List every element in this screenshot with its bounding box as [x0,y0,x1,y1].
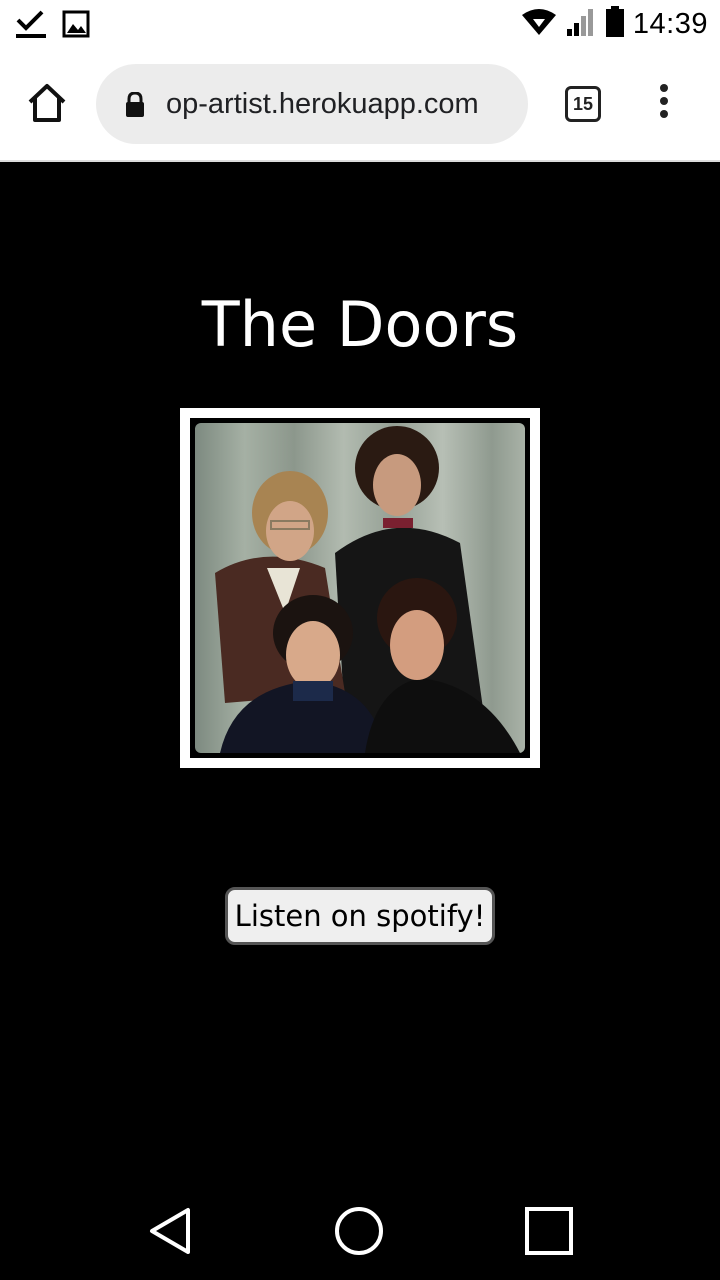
artist-name: The Doors [201,288,519,361]
tab-count: 15 [572,94,594,114]
browser-toolbar: op-artist.herokuapp.com 15 [0,50,720,162]
url-text: op-artist.herokuapp.com [166,88,479,120]
page-content: The Doors Listen on spotify! [0,162,720,1180]
artist-photo [190,418,530,758]
tab-switcher-button[interactable]: 15 [565,86,601,122]
download-done-icon [14,8,48,45]
wifi-icon [521,7,557,42]
more-options-button[interactable] [650,84,678,124]
navigation-bar [0,1180,720,1280]
lock-icon [124,91,146,123]
recents-icon[interactable] [524,1206,574,1261]
back-icon[interactable] [146,1206,194,1261]
signal-icon [565,7,597,42]
image-icon [62,10,90,43]
home-button[interactable] [24,80,74,130]
listen-on-spotify-button[interactable]: Listen on spotify! [225,887,495,945]
battery-icon [605,6,625,43]
home-icon [24,84,70,130]
status-bar: 14:39 [0,0,720,50]
artist-photo-frame [180,408,540,768]
home-circle-icon[interactable] [334,1206,384,1261]
status-clock: 14:39 [632,8,708,40]
more-options-icon [660,84,668,92]
address-bar[interactable]: op-artist.herokuapp.com [96,64,528,144]
